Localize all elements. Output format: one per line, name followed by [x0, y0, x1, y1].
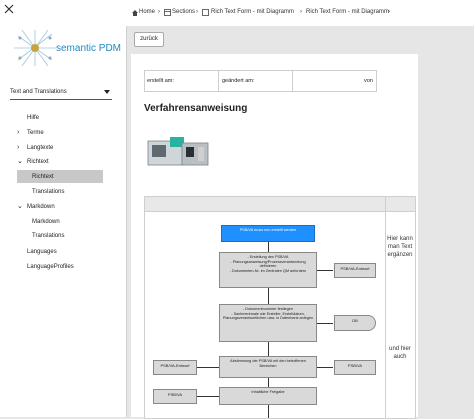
flow-step-release: Inhaltliche Freigabe: [219, 387, 317, 405]
chevron-right-icon: ›: [17, 144, 20, 151]
sidebar-item-languageprofiles[interactable]: LanguageProfiles: [27, 261, 74, 273]
sidebar-item-languages[interactable]: Languages: [27, 246, 57, 258]
author-label: von: [364, 78, 373, 84]
side-note-1: Hier kann man Text ergänzen: [387, 236, 413, 258]
created-label: erstellt am:: [147, 78, 174, 84]
sidebar-item-label: Translations: [32, 189, 65, 195]
flow-step-alignment: Abstimmung der PSB/VA mit den betroffene…: [219, 356, 317, 378]
side-note-2: und hier auch: [389, 346, 411, 360]
sidebar-subitem-translations-md[interactable]: Translations: [32, 230, 64, 242]
flow-doc-draft-left: PSB/VA-Entwurf: [153, 360, 197, 375]
sidebar-item-hilfe[interactable]: Hilfe: [27, 112, 39, 124]
flow-arrow: [317, 323, 333, 324]
flow-doc-draft: PSB/VA-Entwurf: [334, 263, 376, 278]
sidebar-item-markdown[interactable]: ⌄ Markdown: [17, 201, 55, 213]
breadcrumb-current: Rich Text Form - mit Diagramm: [306, 9, 389, 15]
back-button[interactable]: zurück: [134, 32, 164, 47]
diagram-column-divider: [385, 197, 386, 418]
flow-arrow: [268, 378, 269, 387]
sidebar-subitem-richtext[interactable]: Richtext: [32, 171, 54, 183]
sidebar-item-label: Markdown: [32, 219, 60, 225]
chevron-down-icon: ⌄: [17, 158, 23, 165]
flow-arrow: [317, 367, 333, 368]
sidebar-item-label: Richtext: [27, 159, 49, 165]
document-title: Verfahrensanweisung: [144, 103, 248, 114]
divider: [218, 71, 219, 91]
flow-arrow: [197, 367, 219, 368]
breadcrumb-home[interactable]: Home: [139, 9, 155, 15]
chevron-down-icon: ⌄: [17, 203, 23, 210]
sidebar-item-terme[interactable]: › Terme: [17, 127, 44, 139]
flow-arrow: [268, 242, 269, 252]
divider: [292, 71, 293, 91]
breadcrumb-sections[interactable]: Sections: [172, 9, 195, 15]
flow-arrow: [268, 288, 269, 304]
chevron-right-icon: ›: [17, 129, 20, 136]
flow-arrow: [197, 396, 219, 397]
diagram-header: [145, 197, 415, 212]
breadcrumb-separator: ›: [196, 9, 198, 15]
flow-arrow: [268, 342, 269, 356]
sidebar-item-label: Markdown: [27, 204, 55, 210]
chevron-down-icon: [104, 90, 110, 94]
flow-arrow: [268, 405, 269, 418]
breadcrumb-rich-text-form[interactable]: Rich Text Form - mit Diagramm: [211, 9, 294, 15]
home-icon: [132, 10, 138, 16]
sidebar-item-label: LanguageProfiles: [27, 264, 74, 270]
breadcrumb-separator: ›: [158, 9, 160, 15]
flow-doc-psbva-left: PSB/VA: [153, 389, 197, 404]
sidebar-item-label: Languages: [27, 249, 57, 255]
logo-text: semantic PDM: [56, 43, 122, 54]
language-select-value: Text and Translations: [10, 89, 67, 95]
sidebar-item-langtexte[interactable]: › Langtexte: [17, 142, 54, 154]
sidebar-item-label: Hilfe: [27, 115, 40, 121]
sections-icon: [164, 9, 171, 16]
flow-arrow: [317, 270, 333, 271]
flow-doc-psbva: PSB/VA: [334, 360, 376, 375]
flow-step-document-number: - Dokumentnummer festlegen - Sachmerkmal…: [219, 304, 317, 342]
changed-label: geändert am:: [222, 78, 255, 84]
document-icon: [202, 9, 209, 16]
sidebar-subitem-translations[interactable]: Translations: [32, 186, 64, 198]
sidebar-item-label: Terme: [27, 130, 44, 136]
flow-start: PSB/VA muss neu erstellt werden: [221, 225, 315, 242]
sidebar-item-label: Translations: [32, 233, 65, 239]
active-nav-highlight: [17, 170, 103, 183]
flow-step-create: - Erstellung des PSB/VA - Planungsanweis…: [219, 252, 317, 288]
breadcrumb-separator: ›: [388, 9, 390, 15]
sidebar-item-label: Langtexte: [27, 145, 54, 151]
content-gutter: [420, 26, 474, 417]
sidebar-item-richtext[interactable]: ⌄ Richtext: [17, 156, 49, 168]
sidebar-subitem-markdown[interactable]: Markdown: [32, 216, 60, 228]
app-frame: semantic PDM Text and Translations Hilfe…: [0, 0, 474, 419]
process-flow-diagram: PSB/VA muss neu erstellt werden - Erstel…: [144, 196, 416, 419]
language-select[interactable]: Text and Translations: [10, 85, 112, 100]
meta-table: erstellt am: geändert am: von: [144, 70, 377, 92]
flow-database: DB: [334, 315, 376, 331]
breadcrumb-separator: ›: [300, 9, 302, 15]
sidebar: semantic PDM Text and Translations Hilfe…: [0, 0, 127, 417]
machine-image: [147, 137, 209, 166]
sidebar-item-label: Richtext: [32, 174, 54, 180]
close-icon[interactable]: [3, 3, 15, 15]
